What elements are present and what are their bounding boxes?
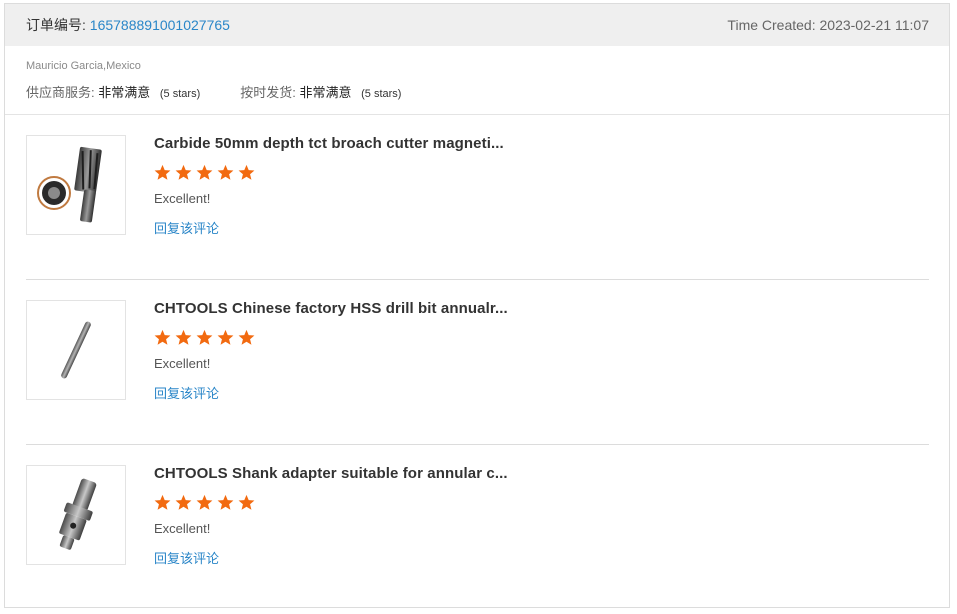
star-icon: [238, 164, 255, 180]
star-icon: [196, 494, 213, 510]
review-comment: Excellent!: [154, 356, 211, 371]
star-icon: [154, 329, 171, 345]
review-item: Carbide 50mm depth tct broach cutter mag…: [26, 115, 929, 280]
buyer-name: Mauricio Garcia,Mexico: [26, 60, 141, 72]
review-item: CHTOOLS Chinese factory HSS drill bit an…: [26, 280, 929, 445]
product-thumbnail[interactable]: [26, 135, 126, 235]
star-rating: [154, 494, 508, 511]
star-icon: [196, 164, 213, 180]
star-rating: [154, 164, 504, 181]
rating-on-time-shipping: 按时发货: 非常满意 (5 stars): [240, 82, 401, 101]
order-number-label: 订单编号:: [26, 17, 86, 33]
review-comment: Excellent!: [154, 521, 211, 536]
time-created-value: 2023-02-21 11:07: [819, 17, 930, 33]
annular-cutter-image: [37, 146, 102, 223]
star-icon: [196, 329, 213, 345]
review-body: Carbide 50mm depth tct broach cutter mag…: [154, 135, 504, 206]
order-number: 订单编号: 165788891001027765: [26, 15, 230, 35]
star-icon: [154, 494, 171, 510]
time-created-label: Time Created:: [727, 17, 816, 33]
star-icon: [175, 164, 192, 180]
star-icon: [238, 494, 255, 510]
review-comment: Excellent!: [154, 191, 211, 206]
review-body: CHTOOLS Shank adapter suitable for annul…: [154, 465, 508, 536]
product-title[interactable]: CHTOOLS Shank adapter suitable for annul…: [154, 465, 508, 482]
product-title[interactable]: Carbide 50mm depth tct broach cutter mag…: [154, 135, 504, 152]
shank-adapter-image: [59, 478, 97, 550]
rating-value: 非常满意: [299, 85, 352, 100]
product-thumbnail[interactable]: [26, 465, 126, 565]
star-rating: [154, 329, 508, 346]
star-icon: [175, 494, 192, 510]
star-icon: [238, 329, 255, 345]
time-created: Time Created: 2023-02-21 11:07: [727, 17, 929, 33]
rating-label: 供应商服务:: [26, 85, 95, 100]
product-title[interactable]: CHTOOLS Chinese factory HSS drill bit an…: [154, 300, 508, 317]
rating-value: 非常满意: [98, 85, 151, 100]
star-icon: [154, 164, 171, 180]
rating-label: 按时发货:: [240, 85, 296, 100]
seller-ratings: 供应商服务: 非常满意 (5 stars) 按时发货: 非常满意 (5 star…: [26, 82, 928, 101]
reply-link[interactable]: 回复该评论: [154, 383, 219, 402]
reply-link[interactable]: 回复该评论: [154, 218, 219, 237]
rating-stars-text: (5 stars): [159, 88, 201, 100]
review-item: CHTOOLS Shank adapter suitable for annul…: [26, 445, 929, 609]
star-icon: [217, 494, 234, 510]
order-header: 订单编号: 165788891001027765 Time Created: 2…: [5, 4, 949, 46]
rating-stars-text: (5 stars): [361, 88, 402, 100]
star-icon: [217, 164, 234, 180]
order-review-card: 订单编号: 165788891001027765 Time Created: 2…: [4, 3, 950, 608]
order-number-link[interactable]: 165788891001027765: [90, 17, 230, 33]
review-body: CHTOOLS Chinese factory HSS drill bit an…: [154, 300, 508, 371]
buyer-info: Mauricio Garcia,Mexico 供应商服务: 非常满意 (5 st…: [5, 46, 949, 115]
pilot-pin-image: [61, 321, 91, 379]
star-icon: [175, 329, 192, 345]
review-list: Carbide 50mm depth tct broach cutter mag…: [5, 115, 949, 609]
rating-supplier-service: 供应商服务: 非常满意 (5 stars): [26, 82, 200, 101]
reply-link[interactable]: 回复该评论: [154, 548, 219, 567]
product-thumbnail[interactable]: [26, 300, 126, 400]
star-icon: [217, 329, 234, 345]
